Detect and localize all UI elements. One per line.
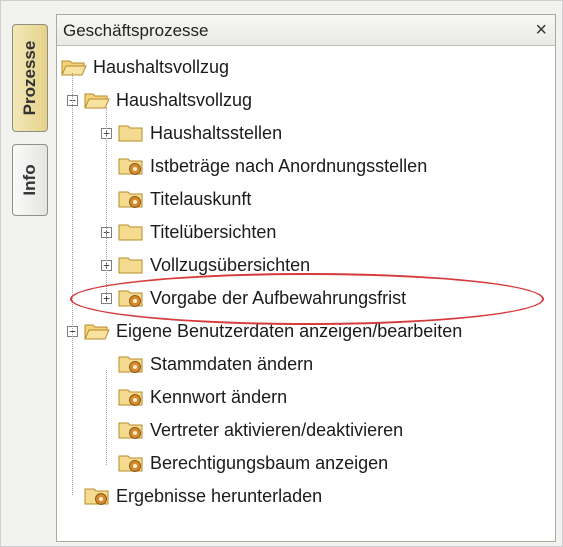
- tree-item[interactable]: + Titelübersichten: [101, 218, 276, 246]
- tree-item[interactable]: Titelauskunft: [101, 185, 251, 213]
- tree-connector: [72, 73, 73, 495]
- tab-info-label: Info: [20, 164, 39, 196]
- process-folder-icon: [118, 189, 144, 209]
- tree-item-label: Titelübersichten: [150, 221, 277, 242]
- tree-item-label: Haushaltsvollzug: [93, 56, 230, 77]
- tab-prozesse-label: Prozesse: [20, 40, 39, 116]
- tree-item[interactable]: Ergebnisse herunterladen: [67, 482, 322, 510]
- folder-open-icon: [84, 321, 110, 341]
- tree-item[interactable]: Istbeträge nach Anordnungsstellen: [101, 152, 427, 180]
- process-folder-icon: [84, 486, 110, 506]
- tree-item[interactable]: Vertreter aktivieren/deaktivieren: [101, 416, 403, 444]
- tree-item[interactable]: Berechtigungsbaum anzeigen: [101, 449, 388, 477]
- close-icon[interactable]: ×: [535, 19, 547, 42]
- tree-item-label: Stammdaten ändern: [150, 353, 314, 374]
- tree-item[interactable]: − Haushaltsvollzug: [67, 86, 252, 114]
- tree-connector: [106, 107, 107, 295]
- folder-icon: [118, 222, 144, 242]
- process-folder-icon: [118, 420, 144, 440]
- tab-info[interactable]: Info: [12, 144, 48, 216]
- folder-icon: [118, 123, 144, 143]
- tree-item-label: Haushaltsstellen: [150, 122, 283, 143]
- tree-item-label: Titelauskunft: [150, 188, 252, 209]
- process-folder-icon: [118, 156, 144, 176]
- annotation-ellipse: [70, 273, 544, 325]
- tree-item[interactable]: Stammdaten ändern: [101, 350, 313, 378]
- process-folder-icon: [118, 354, 144, 374]
- tab-prozesse[interactable]: Prozesse: [12, 24, 48, 132]
- tree-item[interactable]: Haushaltsvollzug: [61, 53, 229, 81]
- panel-titlebar: Geschäftsprozesse ×: [57, 15, 555, 46]
- tree-item-label: Vertreter aktivieren/deaktivieren: [150, 419, 404, 440]
- tree-item-label: Ergebnisse herunterladen: [116, 485, 323, 506]
- tree-item-label: Kennwort ändern: [150, 386, 288, 407]
- tree-item[interactable]: + Haushaltsstellen: [101, 119, 282, 147]
- process-folder-icon: [118, 387, 144, 407]
- tree-connector: [106, 370, 107, 465]
- tree-item-label: Haushaltsvollzug: [116, 89, 253, 110]
- folder-open-icon: [61, 57, 87, 77]
- tree-item-label: Berechtigungsbaum anzeigen: [150, 452, 389, 473]
- folder-icon: [118, 255, 144, 275]
- panel-title: Geschäftsprozesse: [63, 21, 209, 40]
- process-folder-icon: [118, 453, 144, 473]
- tree-item[interactable]: Kennwort ändern: [101, 383, 287, 411]
- tree-item-label: Istbeträge nach Anordnungsstellen: [150, 155, 428, 176]
- vertical-tab-strip: Prozesse Info: [8, 14, 52, 542]
